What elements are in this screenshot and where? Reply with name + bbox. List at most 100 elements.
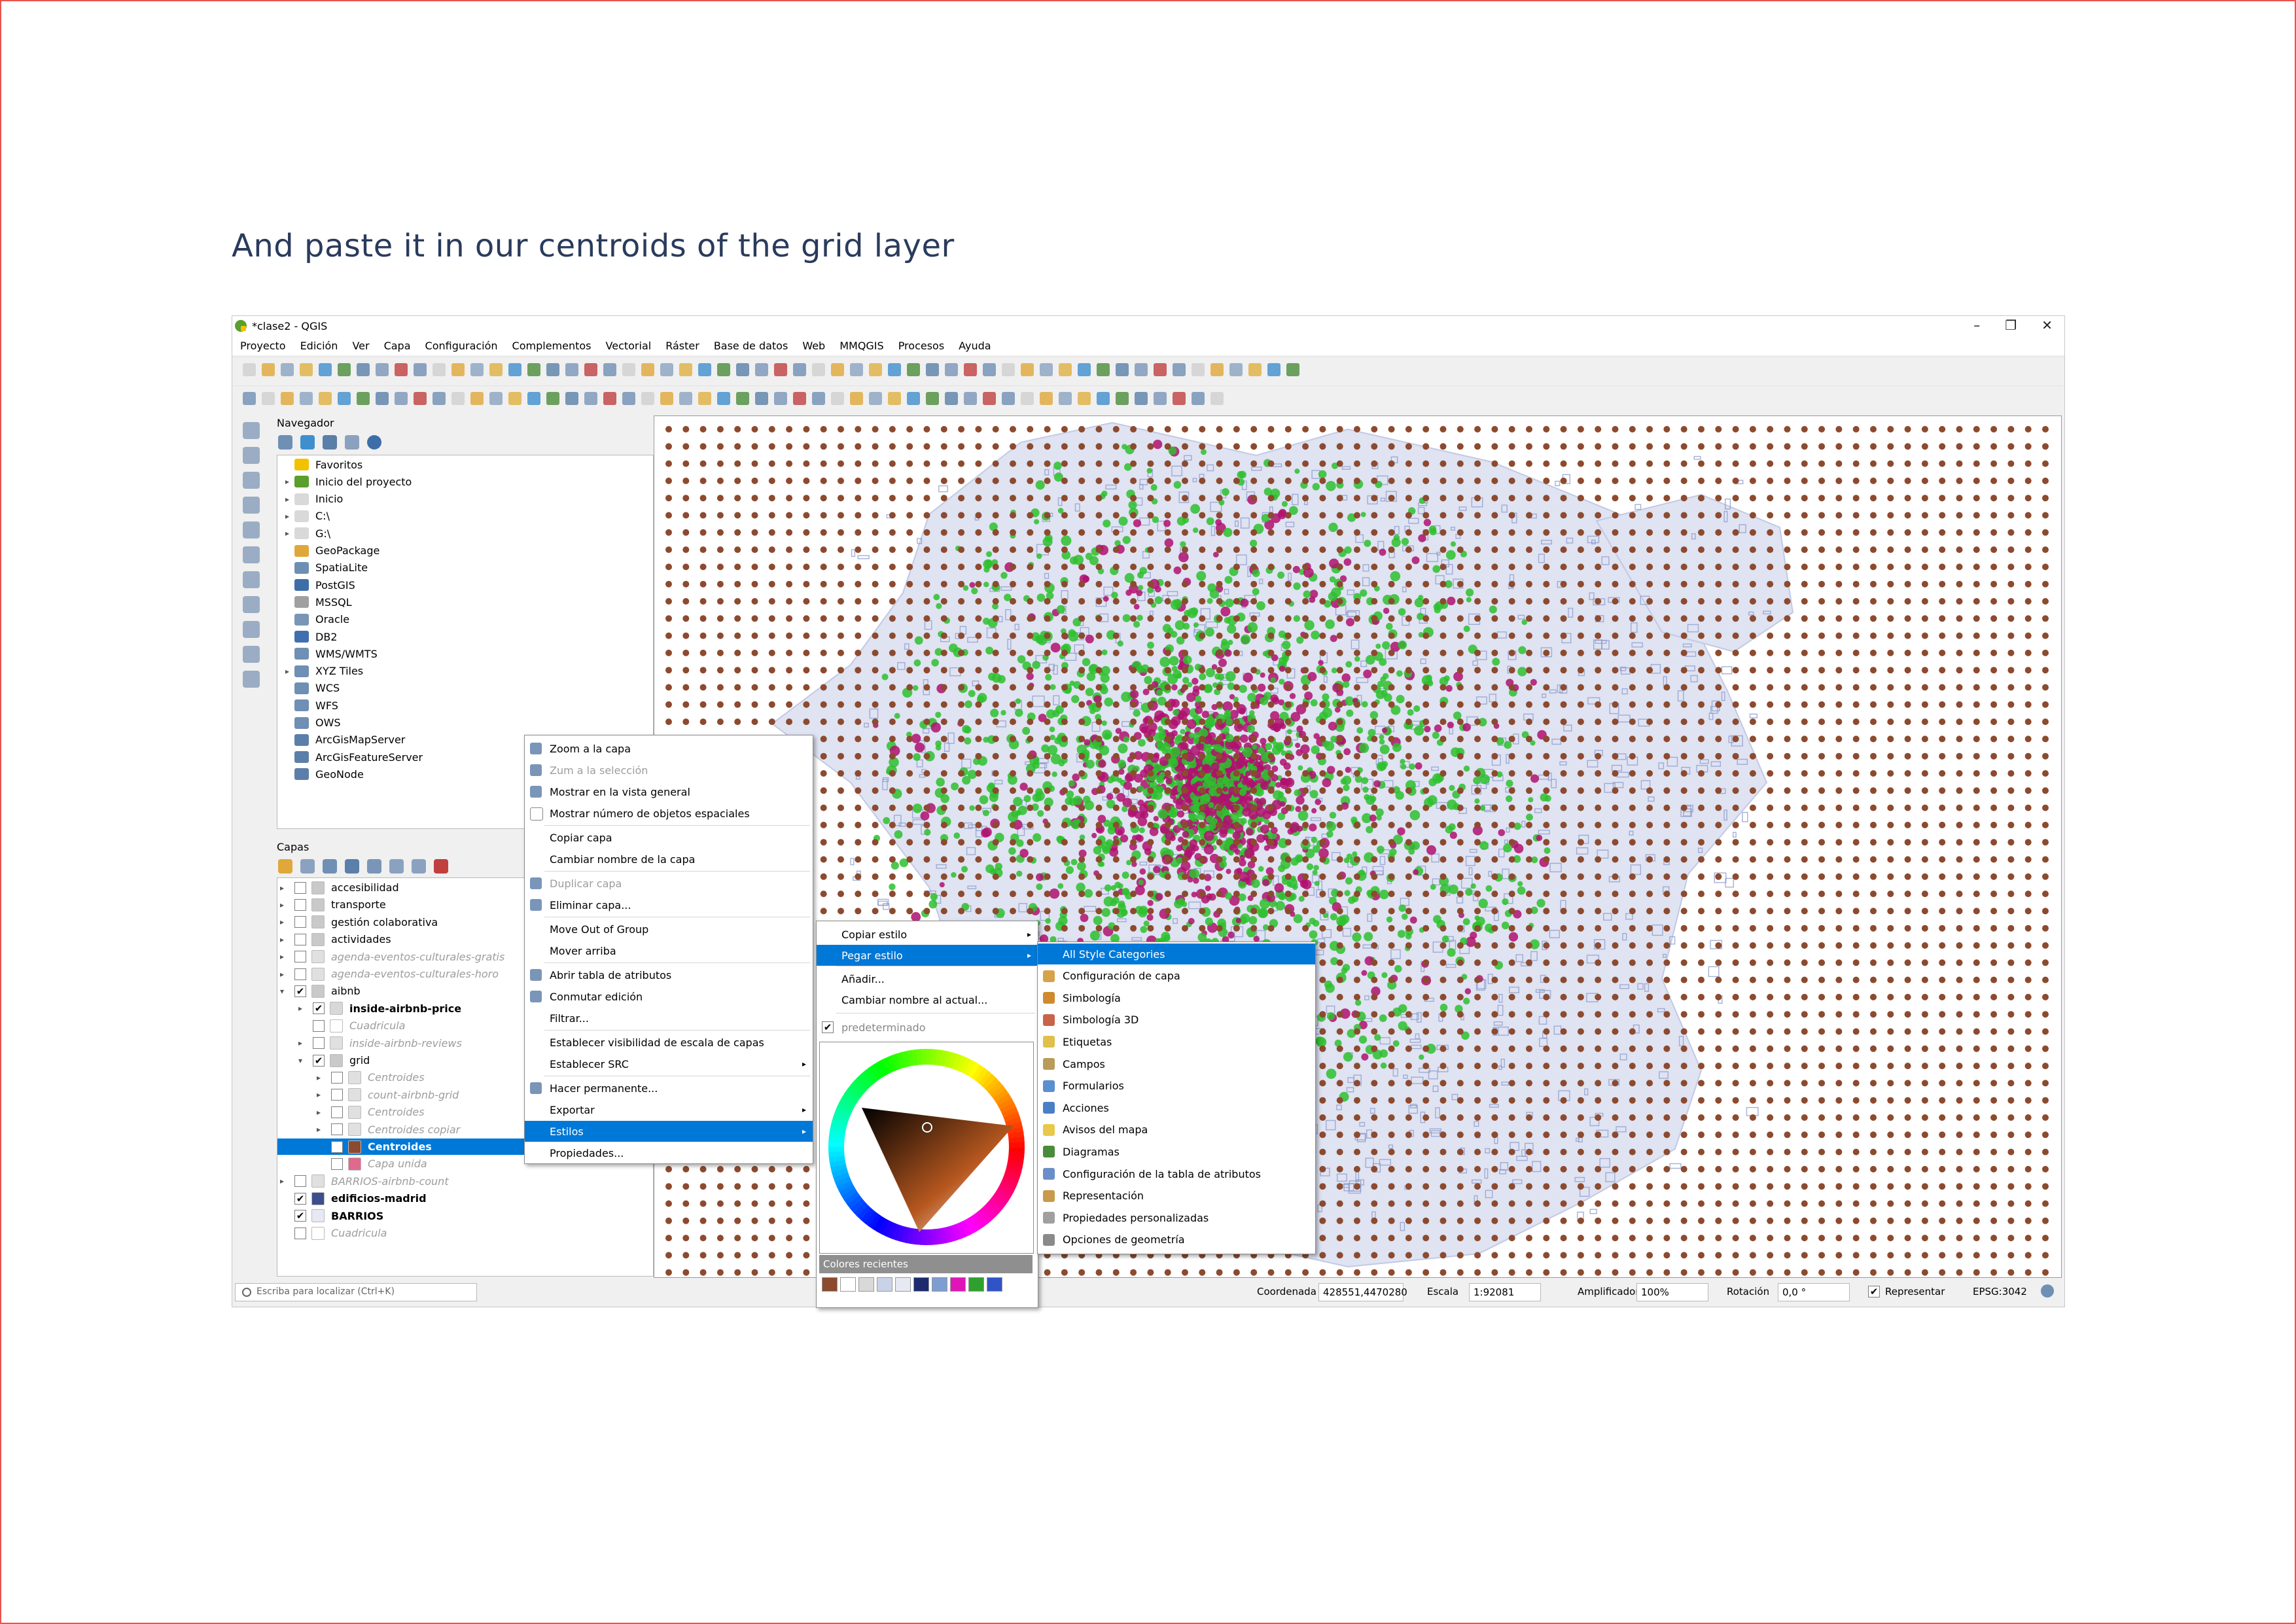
expand-arrow-icon[interactable]: ▸ bbox=[317, 1125, 331, 1134]
select-icon[interactable] bbox=[1210, 391, 1224, 405]
identify-icon[interactable] bbox=[983, 391, 996, 405]
layer-visibility-checkbox[interactable] bbox=[294, 1227, 306, 1239]
add-wcs-icon[interactable] bbox=[243, 646, 260, 663]
new-project-icon[interactable] bbox=[1286, 362, 1299, 376]
attribute-table-icon[interactable] bbox=[622, 391, 635, 405]
navigator-item[interactable]: SpatiaLite bbox=[280, 560, 368, 576]
identify-icon[interactable] bbox=[357, 391, 370, 405]
zoom-out-icon[interactable] bbox=[1173, 362, 1186, 376]
new-project-icon[interactable] bbox=[451, 362, 465, 376]
select-icon[interactable] bbox=[584, 362, 597, 376]
measure-icon[interactable] bbox=[603, 391, 616, 405]
open-project-icon[interactable] bbox=[262, 362, 275, 376]
add-virtual-layer-icon[interactable] bbox=[243, 621, 260, 638]
save-project-icon[interactable] bbox=[1116, 391, 1129, 405]
pan-icon[interactable] bbox=[508, 362, 521, 376]
layer-visibility-checkbox[interactable] bbox=[313, 1019, 325, 1032]
navigator-item[interactable]: Favoritos bbox=[280, 457, 362, 472]
collapse-all-icon[interactable] bbox=[345, 435, 359, 450]
expand-arrow-icon[interactable]: ▸ bbox=[280, 512, 294, 521]
restore-button[interactable]: ❐ bbox=[2005, 317, 2017, 333]
expand-arrow-icon[interactable]: ▸ bbox=[280, 935, 294, 944]
attribute-table-icon[interactable] bbox=[1248, 362, 1262, 376]
menu-edicin[interactable]: Edición bbox=[300, 340, 338, 352]
pan-icon[interactable] bbox=[717, 391, 730, 405]
save-project-icon[interactable] bbox=[281, 362, 294, 376]
digitize-icon[interactable] bbox=[850, 391, 863, 405]
navigator-item[interactable]: ArcGisMapServer bbox=[280, 732, 405, 748]
attribute-table-icon[interactable] bbox=[414, 391, 427, 405]
select-icon[interactable] bbox=[1002, 391, 1015, 405]
navigator-item[interactable]: OWS bbox=[280, 715, 341, 731]
menu-mmqgis[interactable]: MMQGIS bbox=[839, 340, 883, 352]
new-project-icon[interactable] bbox=[1078, 391, 1091, 405]
open-project-icon[interactable] bbox=[1097, 391, 1110, 405]
measure-icon[interactable] bbox=[812, 391, 825, 405]
layer-visibility-checkbox[interactable] bbox=[331, 1071, 343, 1084]
navigator-item[interactable]: GeoNode bbox=[280, 766, 364, 782]
zoom-in-icon[interactable] bbox=[736, 362, 749, 376]
navigator-item[interactable]: MSSQL bbox=[280, 594, 352, 610]
pan-icon[interactable] bbox=[300, 362, 313, 376]
measure-icon[interactable] bbox=[1021, 391, 1034, 405]
navigator-item[interactable]: ArcGisFeatureServer bbox=[280, 749, 423, 765]
menu-capa[interactable]: Capa bbox=[384, 340, 411, 352]
info-icon[interactable] bbox=[367, 435, 381, 450]
menu-basededatos[interactable]: Base de datos bbox=[714, 340, 788, 352]
digitize-icon[interactable] bbox=[641, 391, 654, 405]
pan-icon[interactable] bbox=[717, 362, 730, 376]
navigator-item[interactable]: ▸ C:\ bbox=[280, 508, 330, 524]
filter-expression-icon[interactable] bbox=[367, 859, 381, 874]
new-project-icon[interactable] bbox=[1078, 362, 1091, 376]
add-raster-layer-icon[interactable] bbox=[243, 447, 260, 464]
zoom-in-icon[interactable] bbox=[319, 391, 332, 405]
save-project-icon[interactable] bbox=[489, 362, 503, 376]
add-group-icon[interactable] bbox=[300, 859, 315, 874]
zoom-in-icon[interactable] bbox=[1154, 391, 1167, 405]
filter-legend-icon[interactable] bbox=[345, 859, 359, 874]
layer-visibility-checkbox[interactable]: ✔ bbox=[294, 1192, 306, 1205]
expand-arrow-icon[interactable]: ▸ bbox=[280, 529, 294, 538]
layer-visibility-checkbox[interactable]: ✔ bbox=[294, 1210, 306, 1222]
layer-visibility-checkbox[interactable] bbox=[331, 1123, 343, 1136]
collapse-all-icon[interactable] bbox=[412, 859, 426, 874]
zoom-out-icon[interactable] bbox=[546, 362, 559, 376]
zoom-out-icon[interactable] bbox=[755, 391, 768, 405]
expand-arrow-icon[interactable]: ▸ bbox=[280, 900, 294, 909]
remove-layer-icon[interactable] bbox=[434, 859, 448, 874]
expand-arrow-icon[interactable]: ▸ bbox=[280, 970, 294, 979]
navigator-item[interactable]: WCS bbox=[280, 680, 340, 696]
expand-arrow-icon[interactable]: ▸ bbox=[280, 1176, 294, 1186]
add-delimited-text-icon[interactable] bbox=[243, 472, 260, 489]
digitize-icon[interactable] bbox=[1267, 362, 1280, 376]
digitize-icon[interactable] bbox=[1059, 362, 1072, 376]
attribute-table-icon[interactable] bbox=[1040, 362, 1053, 376]
layer-visibility-checkbox[interactable] bbox=[294, 1175, 306, 1188]
layer-visibility-checkbox[interactable]: ✔ bbox=[313, 1054, 325, 1067]
attribute-table-icon[interactable] bbox=[1040, 391, 1053, 405]
digitize-icon[interactable] bbox=[641, 362, 654, 376]
menu-ver[interactable]: Ver bbox=[352, 340, 369, 352]
new-project-icon[interactable] bbox=[243, 391, 256, 405]
expand-arrow-icon[interactable]: ▸ bbox=[298, 1038, 313, 1048]
layer-visibility-checkbox[interactable] bbox=[294, 951, 306, 963]
pan-icon[interactable] bbox=[508, 391, 521, 405]
zoom-in-icon[interactable] bbox=[945, 391, 958, 405]
zoom-in-icon[interactable] bbox=[527, 362, 540, 376]
open-project-icon[interactable] bbox=[888, 391, 901, 405]
pan-icon[interactable] bbox=[926, 362, 939, 376]
identify-icon[interactable] bbox=[1192, 391, 1205, 405]
minimize-button[interactable]: – bbox=[1973, 317, 1980, 333]
layer-visibility-checkbox[interactable] bbox=[331, 1157, 343, 1170]
digitize-icon[interactable] bbox=[1059, 391, 1072, 405]
layer-visibility-checkbox[interactable] bbox=[294, 881, 306, 894]
digitize-icon[interactable] bbox=[433, 362, 446, 376]
add-spatialite-icon[interactable] bbox=[243, 497, 260, 514]
measure-icon[interactable] bbox=[603, 362, 616, 376]
save-project-icon[interactable] bbox=[489, 391, 503, 405]
zoom-out-icon[interactable] bbox=[338, 362, 351, 376]
add-mssql-icon[interactable] bbox=[243, 546, 260, 563]
zoom-in-icon[interactable] bbox=[945, 362, 958, 376]
identify-icon[interactable] bbox=[1192, 362, 1205, 376]
new-layer-icon[interactable] bbox=[243, 671, 260, 688]
